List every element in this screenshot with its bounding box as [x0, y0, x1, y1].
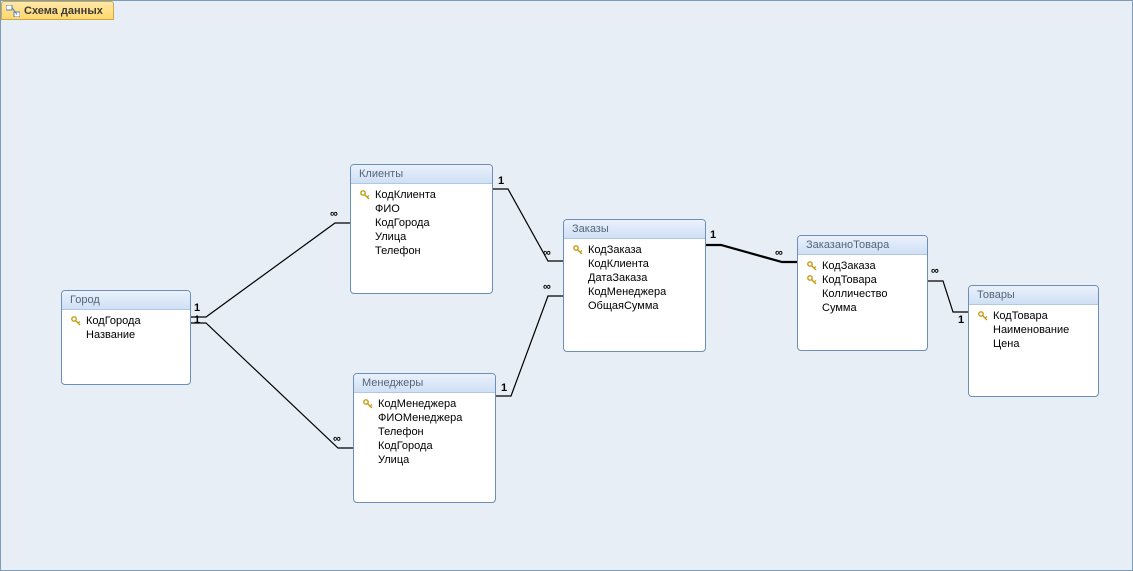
- cardinality-one: 1: [194, 302, 200, 314]
- table-menedzhery[interactable]: Менеджеры КодМенеджера ФИОМенеджера Телефо…: [353, 373, 496, 503]
- field-row[interactable]: Название: [66, 328, 186, 342]
- field-name: КодЗаказа: [822, 260, 876, 272]
- field-row[interactable]: ОбщаяСумма: [568, 299, 701, 313]
- tab-label: Схема данных: [24, 5, 103, 17]
- table-body: КодЗаказа КодКлиента ДатаЗаказа КодМенеджер…: [564, 239, 705, 323]
- field-name: КодГорода: [375, 217, 430, 229]
- field-row[interactable]: КодЗаказа: [802, 259, 923, 273]
- table-body: КодЗаказа КодТовара Колличество Сумма: [798, 255, 927, 325]
- table-title[interactable]: Заказы: [564, 220, 705, 239]
- primary-key-icon: [977, 311, 989, 321]
- field-row[interactable]: Сумма: [802, 301, 923, 315]
- field-name: КодКлиента: [588, 258, 649, 270]
- primary-key-icon: [70, 316, 82, 326]
- field-name: КодТовара: [993, 310, 1048, 322]
- cardinality-one: 1: [958, 314, 964, 326]
- field-name: Телефон: [375, 245, 421, 257]
- field-row[interactable]: Телефон: [355, 244, 488, 258]
- cardinality-one: 1: [710, 229, 716, 241]
- relationships-canvas[interactable]: Схема данных 1 ∞ 1 ∞ 1 ∞ 1 ∞ 1 ∞ 1 ∞ Гор…: [0, 0, 1133, 571]
- field-name: Колличество: [822, 288, 888, 300]
- table-zakazy[interactable]: Заказы КодЗаказа КодКлиента ДатаЗаказа КодМ…: [563, 219, 706, 352]
- cardinality-many: ∞: [775, 247, 782, 259]
- field-row[interactable]: КодТовара: [802, 273, 923, 287]
- field-row[interactable]: Наименование: [973, 323, 1094, 337]
- primary-key-icon: [806, 261, 818, 271]
- table-body: КодМенеджера ФИОМенеджера Телефон КодГорода…: [354, 393, 495, 477]
- field-row[interactable]: КодЗаказа: [568, 243, 701, 257]
- primary-key-icon: [572, 245, 584, 255]
- field-name: Название: [86, 329, 135, 341]
- table-title[interactable]: Менеджеры: [354, 374, 495, 393]
- field-name: ОбщаяСумма: [588, 300, 659, 312]
- table-title[interactable]: Товары: [969, 286, 1098, 305]
- field-row[interactable]: ДатаЗаказа: [568, 271, 701, 285]
- field-row[interactable]: КодТовара: [973, 309, 1094, 323]
- primary-key-icon: [806, 275, 818, 285]
- cardinality-one: 1: [194, 314, 200, 326]
- table-klienty[interactable]: Клиенты КодКлиента ФИО КодГорода Улица Телеф…: [350, 164, 493, 294]
- table-title[interactable]: Клиенты: [351, 165, 492, 184]
- cardinality-one: 1: [501, 382, 507, 394]
- field-row[interactable]: Телефон: [358, 425, 491, 439]
- field-row[interactable]: КодКлиента: [568, 257, 701, 271]
- field-name: КодМенеджера: [588, 286, 666, 298]
- field-row[interactable]: Цена: [973, 337, 1094, 351]
- table-gorod[interactable]: Город КодГорода Название: [61, 290, 191, 385]
- field-row[interactable]: ФИОМенеджера: [358, 411, 491, 425]
- field-name: ФИОМенеджера: [378, 412, 462, 424]
- field-row[interactable]: КодГорода: [358, 439, 491, 453]
- cardinality-many: ∞: [330, 208, 337, 220]
- table-zakazano[interactable]: ЗаказаноТовара КодЗаказа КодТовара Колличе…: [797, 235, 928, 351]
- field-name: КодКлиента: [375, 189, 436, 201]
- table-tovary[interactable]: Товары КодТовара Наименование Цена: [968, 285, 1099, 397]
- field-row[interactable]: ФИО: [355, 202, 488, 216]
- field-name: ДатаЗаказа: [588, 272, 647, 284]
- field-row[interactable]: КодКлиента: [355, 188, 488, 202]
- field-name: Цена: [993, 338, 1019, 350]
- field-name: Телефон: [378, 426, 424, 438]
- field-row[interactable]: Колличество: [802, 287, 923, 301]
- field-name: Наименование: [993, 324, 1069, 336]
- cardinality-many: ∞: [333, 433, 340, 445]
- primary-key-icon: [359, 190, 371, 200]
- field-name: КодТовара: [822, 274, 877, 286]
- field-name: КодГорода: [86, 315, 141, 327]
- table-body: КодГорода Название: [62, 310, 190, 352]
- field-name: Улица: [378, 454, 409, 466]
- field-row[interactable]: Улица: [355, 230, 488, 244]
- cardinality-many: ∞: [931, 265, 938, 277]
- cardinality-one: 1: [498, 175, 504, 187]
- field-row[interactable]: КодМенеджера: [358, 397, 491, 411]
- primary-key-icon: [362, 399, 374, 409]
- field-name: КодЗаказа: [588, 244, 642, 256]
- cardinality-many: ∞: [543, 247, 550, 259]
- table-body: КодКлиента ФИО КодГорода Улица Телефон: [351, 184, 492, 268]
- field-name: Сумма: [822, 302, 857, 314]
- field-row[interactable]: КодМенеджера: [568, 285, 701, 299]
- field-row[interactable]: Улица: [358, 453, 491, 467]
- tab-schema[interactable]: Схема данных: [1, 1, 114, 20]
- table-title[interactable]: Город: [62, 291, 190, 310]
- table-title[interactable]: ЗаказаноТовара: [798, 236, 927, 255]
- field-name: ФИО: [375, 203, 400, 215]
- relationships-icon: [6, 5, 20, 17]
- field-name: КодМенеджера: [378, 398, 456, 410]
- field-name: Улица: [375, 231, 406, 243]
- table-body: КодТовара Наименование Цена: [969, 305, 1098, 361]
- cardinality-many: ∞: [543, 281, 550, 293]
- field-row[interactable]: КодГорода: [66, 314, 186, 328]
- field-name: КодГорода: [378, 440, 433, 452]
- field-row[interactable]: КодГорода: [355, 216, 488, 230]
